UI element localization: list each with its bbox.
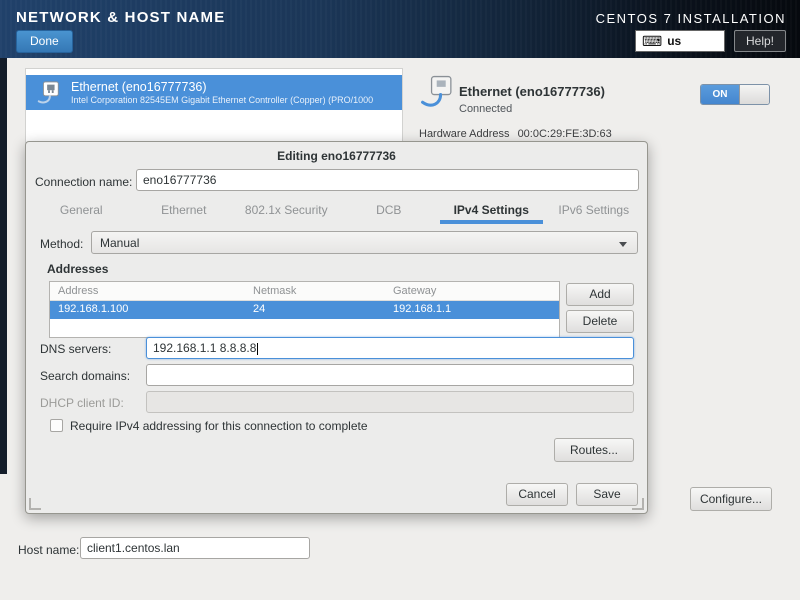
device-on-off-toggle[interactable]: ON bbox=[700, 84, 770, 105]
add-address-button[interactable]: Add bbox=[566, 283, 634, 306]
keyboard-icon: ⌨ bbox=[642, 34, 662, 48]
network-device-list: Ethernet (eno16777736) Intel Corporation… bbox=[25, 68, 403, 143]
hardware-address-row: Hardware Address 00:0C:29:FE:3D:63 bbox=[419, 128, 612, 140]
cell-address: 192.168.1.100 bbox=[50, 301, 245, 319]
addresses-section-label: Addresses bbox=[47, 262, 108, 276]
device-title: Ethernet (eno16777736) bbox=[71, 80, 373, 94]
tab-ipv4-settings[interactable]: IPv4 Settings bbox=[440, 198, 543, 224]
method-dropdown[interactable]: Manual bbox=[91, 231, 638, 254]
ethernet-plug-icon bbox=[36, 80, 62, 106]
cell-gateway: 192.168.1.1 bbox=[385, 301, 559, 319]
toggle-handle[interactable] bbox=[739, 85, 769, 104]
left-edge-strip bbox=[0, 58, 7, 474]
tab-ethernet[interactable]: Ethernet bbox=[133, 198, 236, 224]
connection-name-input[interactable]: eno16777736 bbox=[136, 169, 639, 191]
tab-ipv6-settings[interactable]: IPv6 Settings bbox=[543, 198, 646, 224]
cancel-button[interactable]: Cancel bbox=[506, 483, 568, 506]
resize-grip-right[interactable] bbox=[632, 498, 644, 510]
configure-button[interactable]: Configure... bbox=[690, 487, 772, 511]
method-value: Manual bbox=[100, 236, 139, 250]
page-title: NETWORK & HOST NAME bbox=[16, 9, 225, 26]
delete-address-button[interactable]: Delete bbox=[566, 310, 634, 333]
require-ipv4-checkbox[interactable] bbox=[50, 419, 63, 432]
dhcp-client-id-label: DHCP client ID: bbox=[40, 396, 124, 410]
device-subtitle: Intel Corporation 82545EM Gigabit Ethern… bbox=[71, 95, 373, 105]
address-table-row[interactable]: 192.168.1.100 24 192.168.1.1 bbox=[50, 301, 559, 319]
search-domains-label: Search domains: bbox=[40, 369, 130, 383]
connection-name-label: Connection name: bbox=[35, 175, 132, 189]
ethernet-plug-icon-large bbox=[420, 74, 456, 110]
save-button[interactable]: Save bbox=[576, 483, 638, 506]
dialog-title: Editing eno16777736 bbox=[26, 149, 647, 163]
column-header-gateway: Gateway bbox=[385, 282, 559, 300]
device-status: Connected bbox=[459, 103, 512, 115]
chevron-down-icon bbox=[619, 242, 627, 247]
keyboard-layout-label: us bbox=[667, 34, 681, 48]
method-label: Method: bbox=[40, 237, 83, 251]
resize-grip-left[interactable] bbox=[29, 498, 41, 510]
hardware-address-label: Hardware Address bbox=[419, 128, 510, 140]
column-header-address: Address bbox=[50, 282, 245, 300]
hostname-label: Host name: bbox=[18, 543, 79, 557]
hardware-address-value: 00:0C:29:FE:3D:63 bbox=[518, 128, 612, 140]
dhcp-client-id-input bbox=[146, 391, 634, 413]
tab-8021x-security[interactable]: 802.1x Security bbox=[235, 198, 338, 224]
tab-general[interactable]: General bbox=[30, 198, 133, 224]
help-button[interactable]: Help! bbox=[734, 30, 786, 52]
cell-netmask: 24 bbox=[245, 301, 385, 319]
addresses-table-header: Address Netmask Gateway bbox=[50, 282, 559, 301]
device-list-item-ethernet[interactable]: Ethernet (eno16777736) Intel Corporation… bbox=[26, 75, 402, 110]
addresses-table[interactable]: Address Netmask Gateway 192.168.1.100 24… bbox=[49, 281, 560, 338]
edit-connection-dialog: Editing eno16777736 Connection name: eno… bbox=[25, 141, 648, 514]
installer-header: NETWORK & HOST NAME Done CENTOS 7 INSTAL… bbox=[0, 0, 800, 58]
toggle-on-label: ON bbox=[701, 85, 739, 104]
column-header-netmask: Netmask bbox=[245, 282, 385, 300]
dns-servers-label: DNS servers: bbox=[40, 342, 111, 356]
require-ipv4-label: Require IPv4 addressing for this connect… bbox=[70, 419, 368, 433]
product-title: CENTOS 7 INSTALLATION bbox=[596, 11, 786, 26]
done-button[interactable]: Done bbox=[16, 30, 73, 53]
text-cursor bbox=[257, 343, 258, 355]
routes-button[interactable]: Routes... bbox=[554, 438, 634, 462]
hostname-input[interactable]: client1.centos.lan bbox=[80, 537, 310, 559]
tab-dcb[interactable]: DCB bbox=[338, 198, 441, 224]
dialog-tabs: General Ethernet 802.1x Security DCB IPv… bbox=[30, 198, 645, 224]
search-domains-input[interactable] bbox=[146, 364, 634, 386]
dns-servers-input[interactable]: 192.168.1.1 8.8.8.8 bbox=[146, 337, 634, 359]
dns-servers-value: 192.168.1.1 8.8.8.8 bbox=[153, 341, 256, 355]
device-detail-title: Ethernet (eno16777736) bbox=[459, 84, 605, 99]
keyboard-layout-indicator[interactable]: ⌨ us bbox=[635, 30, 725, 52]
